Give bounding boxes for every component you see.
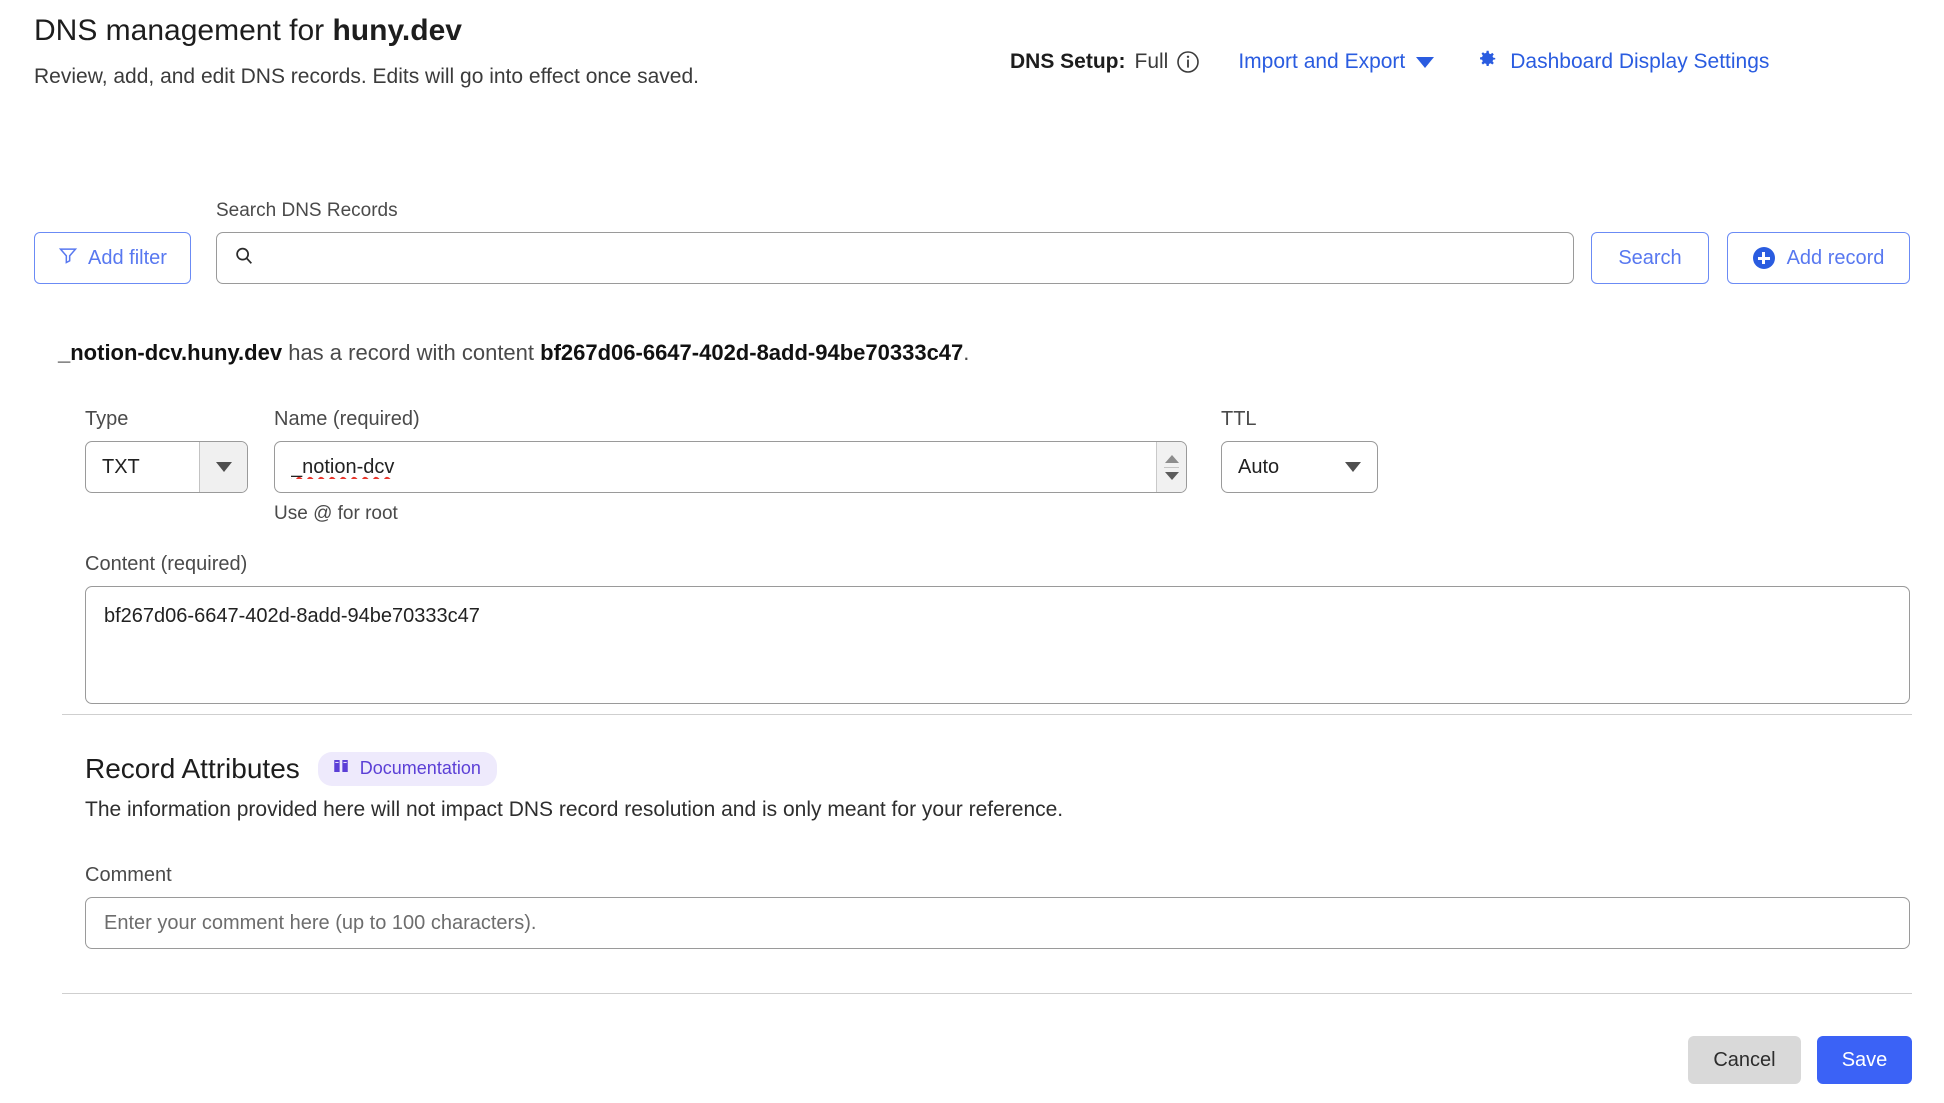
ttl-select-value: Auto (1238, 455, 1280, 478)
comment-label: Comment (85, 864, 172, 886)
search-dns-records-label: Search DNS Records (216, 200, 398, 221)
type-select[interactable]: TXT (85, 441, 248, 493)
search-button[interactable]: Search (1591, 232, 1709, 284)
section-divider-top (62, 714, 1912, 715)
plus-circle-icon (1752, 247, 1775, 269)
add-filter-label: Add filter (88, 246, 167, 269)
record-attributes-header: Record Attributes Documentation (85, 752, 1063, 786)
dashboard-display-settings-label: Dashboard Display Settings (1510, 50, 1770, 73)
magnifier-icon (233, 245, 255, 272)
book-icon (332, 757, 350, 780)
spinner-divider (1164, 466, 1179, 468)
documentation-badge-label: Documentation (359, 758, 481, 778)
content-textarea-wrapper[interactable] (85, 586, 1910, 704)
record-notice-content: bf267d06-6647-402d-8add-94be70333c47 (540, 340, 964, 365)
page-title: DNS management for huny.dev (34, 14, 794, 48)
record-attributes-description: The information provided here will not i… (85, 798, 1064, 821)
dns-management-page: DNS management for huny.dev Review, add,… (0, 0, 1944, 1103)
search-input[interactable] (267, 233, 1557, 283)
record-attributes-section: Record Attributes Documentation The info… (85, 752, 1063, 822)
info-circle-icon[interactable] (1176, 50, 1200, 74)
section-divider-bottom (62, 993, 1912, 994)
type-label: Type (85, 408, 129, 430)
name-field-group: Name (required) Use @ for root (274, 408, 1187, 525)
triangle-down-icon (215, 462, 232, 472)
comment-field-group: Comment (85, 864, 1910, 949)
page-subtitle: Review, add, and edit DNS records. Edits… (34, 65, 699, 88)
record-notice-middle: has a record with content (282, 340, 541, 365)
triangle-up-icon[interactable] (1164, 454, 1179, 463)
search-input-wrapper[interactable] (216, 232, 1574, 284)
dns-setup-value: Full (1134, 50, 1169, 73)
ttl-field-group: TTL Auto (1221, 408, 1378, 493)
content-label: Content (required) (85, 553, 248, 575)
type-select-value: TXT (102, 455, 140, 478)
add-filter-button[interactable]: Add filter (34, 232, 191, 284)
content-textarea[interactable] (86, 587, 1909, 703)
filter-funnel-icon (58, 245, 78, 271)
header-actions: DNS Setup: Full Import and Export Dashbo… (1010, 48, 1769, 76)
type-field-group: Type TXT (85, 408, 248, 493)
ttl-select[interactable]: Auto (1221, 441, 1378, 493)
record-notice: _notion-dcv.huny.dev has a record with c… (58, 340, 969, 366)
type-select-arrow[interactable] (199, 442, 247, 492)
page-title-prefix: DNS management for (34, 14, 333, 47)
comment-input[interactable] (86, 898, 1909, 948)
triangle-down-icon[interactable] (1164, 471, 1179, 480)
record-notice-suffix: . (963, 340, 970, 365)
ttl-label: TTL (1221, 408, 1257, 430)
import-and-export-menu[interactable]: Import and Export (1238, 50, 1435, 74)
documentation-badge[interactable]: Documentation (317, 752, 497, 786)
import-and-export-label: Import and Export (1238, 50, 1406, 73)
name-spinner[interactable] (1156, 442, 1186, 492)
search-button-label: Search (1618, 246, 1682, 269)
dashboard-display-settings-link[interactable]: Dashboard Display Settings (1476, 48, 1769, 76)
name-input-wrapper[interactable] (274, 441, 1187, 493)
add-record-label: Add record (1786, 246, 1885, 269)
chevron-down-icon (1416, 56, 1435, 68)
triangle-down-icon (1345, 462, 1361, 472)
gear-icon (1476, 48, 1498, 76)
dns-setup-label: DNS Setup: (1010, 50, 1126, 73)
content-field-group: Content (required) (85, 553, 1910, 704)
record-attributes-title: Record Attributes (85, 753, 300, 784)
page-header: DNS management for huny.dev Review, add,… (34, 14, 794, 91)
record-notice-name: _notion-dcv.huny.dev (58, 340, 283, 365)
page-title-domain: huny.dev (332, 14, 462, 47)
cancel-button[interactable]: Cancel (1688, 1036, 1801, 1084)
save-button[interactable]: Save (1817, 1036, 1912, 1084)
name-label: Name (required) (274, 408, 420, 430)
name-hint: Use @ for root (274, 503, 398, 524)
comment-input-wrapper[interactable] (85, 897, 1910, 949)
add-record-button[interactable]: Add record (1727, 232, 1910, 284)
name-input[interactable] (275, 442, 1156, 492)
